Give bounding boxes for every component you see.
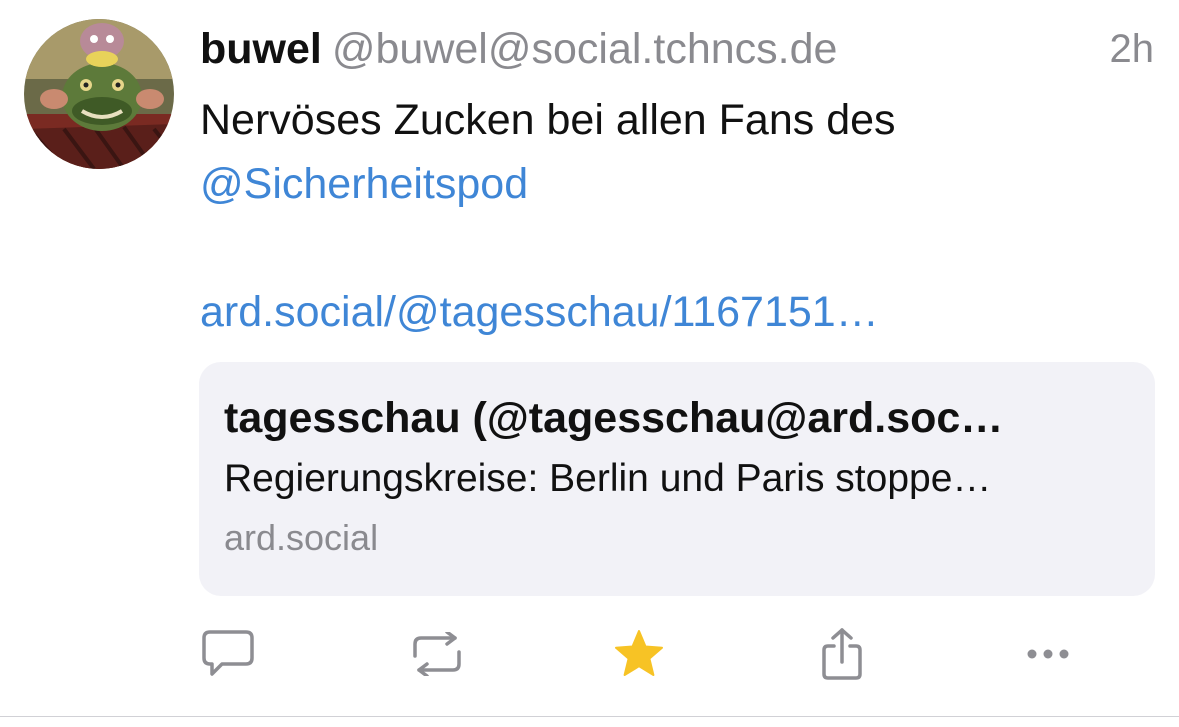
avatar-image [24,19,174,169]
boost-button[interactable] [405,622,469,686]
post-content: Nervöses Zucken bei allen Fans des @Sich… [200,88,1150,344]
star-icon [615,630,663,676]
card-description: Regierungskreise: Berlin und Paris stopp… [224,457,992,500]
post-url-link[interactable]: ard.social/@tagesschau/1167151… [200,288,879,336]
card-title: tagesschau (@tagesschau@ard.soc… [224,394,1004,442]
post-timestamp: 2h [1109,27,1155,71]
more-button[interactable] [1016,622,1080,686]
share-button[interactable] [810,622,874,686]
post-text-line: Nervöses Zucken bei allen Fans des [200,96,896,144]
separator [0,716,1179,717]
repost-icon [413,632,461,676]
link-preview-card[interactable]: tagesschau (@tagesschau@ard.soc… Regieru… [199,362,1155,596]
share-icon [822,628,862,680]
reply-button[interactable] [196,622,260,686]
paragraph-spacer [200,216,1150,280]
card-domain: ard.social [224,517,379,558]
ellipsis-icon [1027,649,1069,659]
author-line: buwel @buwel@social.tchncs.de [200,22,1080,76]
post-status[interactable]: buwel @buwel@social.tchncs.de 2h Nervöses… [0,0,1179,716]
favourite-button[interactable] [607,622,671,686]
action-bar [0,622,1179,686]
speech-bubble-icon [202,630,254,676]
mention-link[interactable]: @Sicherheitspod [200,160,528,208]
display-name[interactable]: buwel [200,25,322,73]
account-handle[interactable]: @buwel@social.tchncs.de [332,25,838,73]
avatar[interactable] [24,19,174,169]
